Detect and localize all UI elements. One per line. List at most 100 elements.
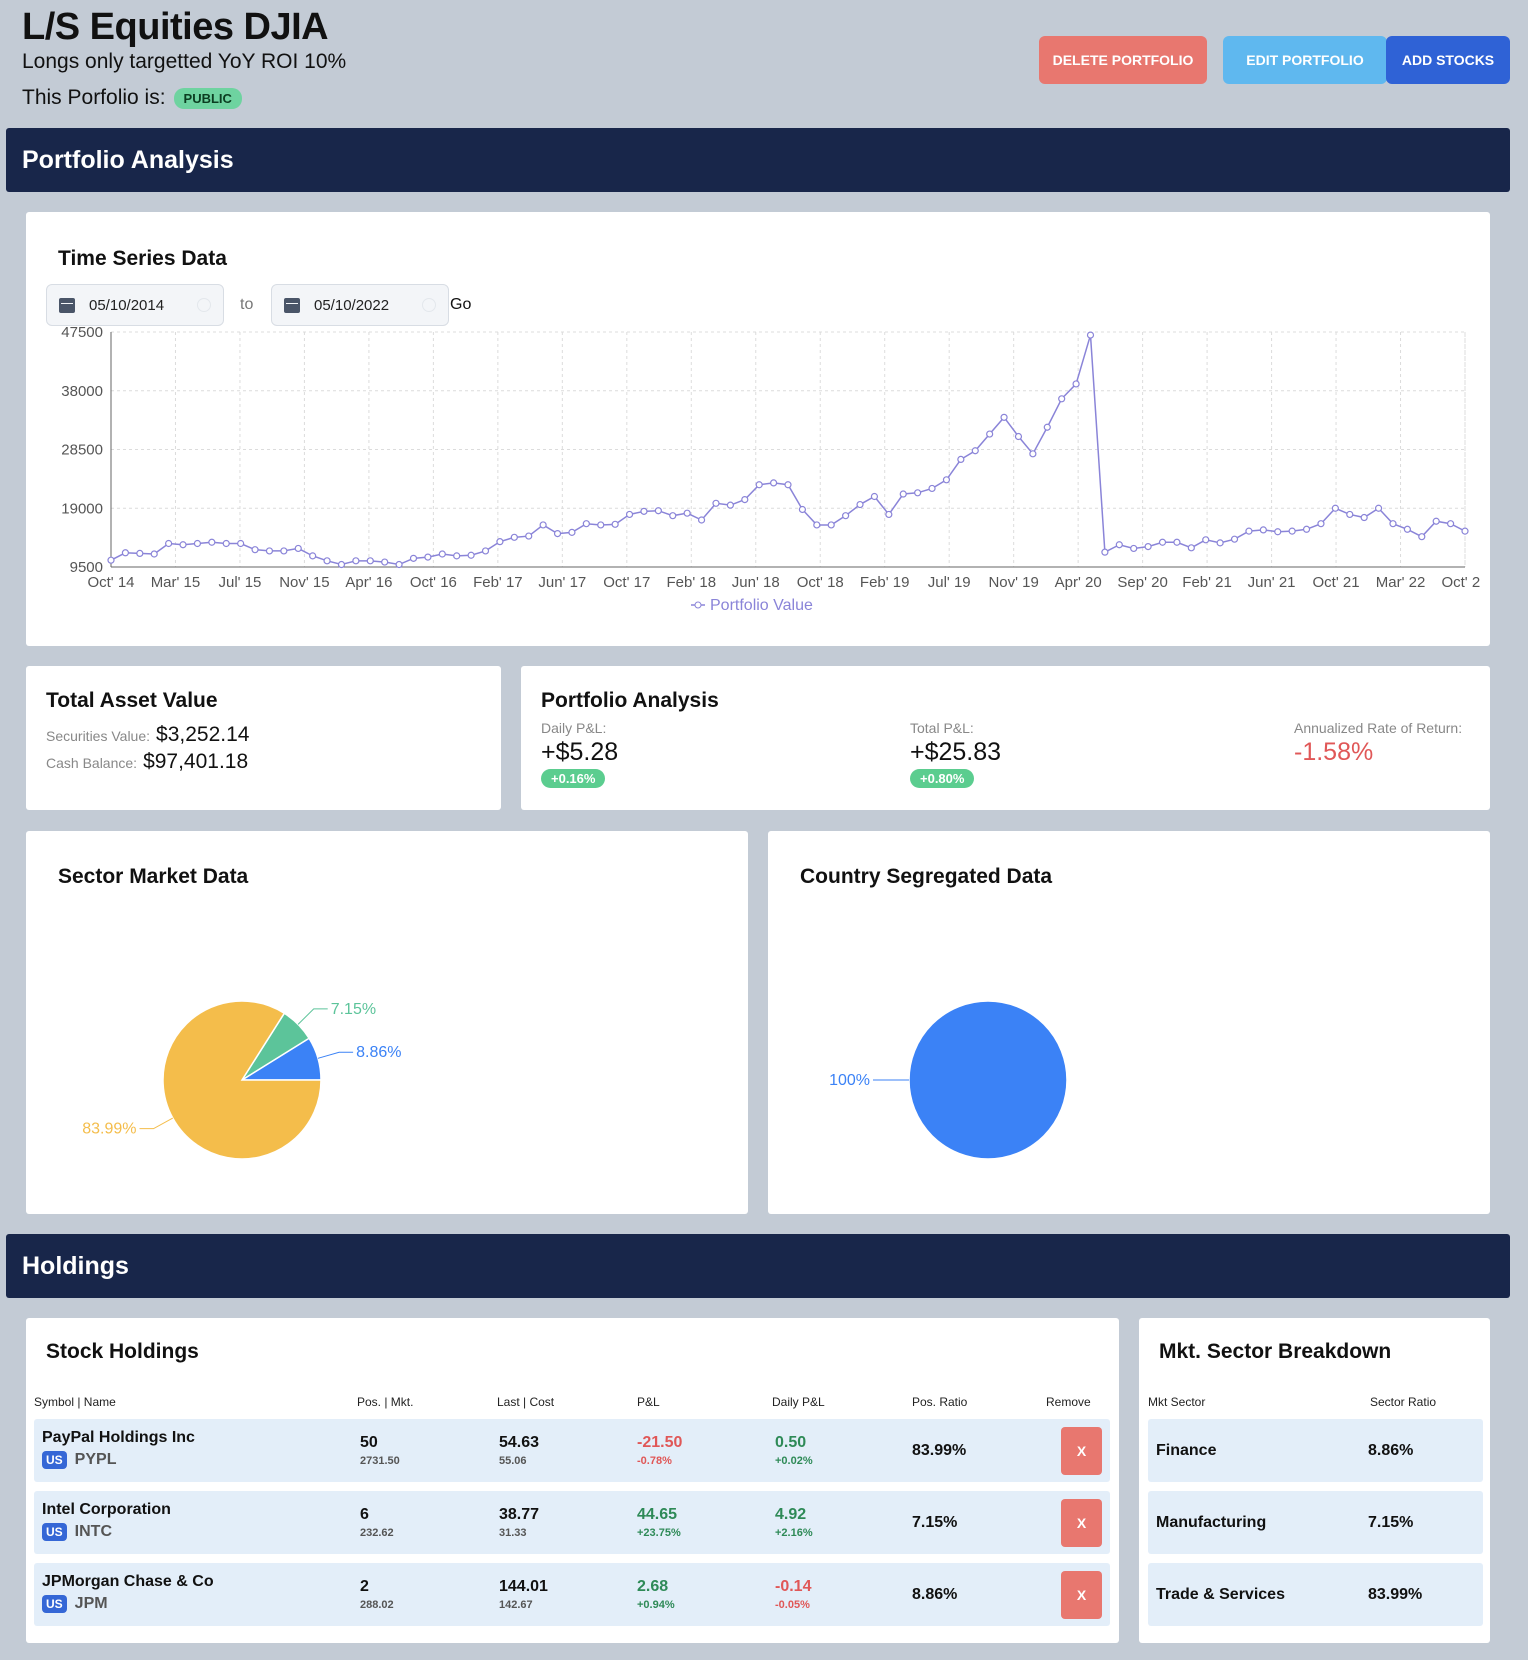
sector-name: Trade & Services xyxy=(1156,1586,1285,1603)
holding-pnl: 2.68 xyxy=(637,1578,669,1595)
legend-marker xyxy=(694,601,702,609)
data-point xyxy=(510,533,518,541)
holding-daily-pnl-pct: -0.05% xyxy=(775,1599,810,1611)
data-point xyxy=(1144,542,1152,551)
data-point xyxy=(568,528,576,536)
remove-holding-button[interactable]: X xyxy=(1061,1571,1102,1619)
remove-holding-button[interactable]: X xyxy=(1061,1427,1102,1475)
data-point xyxy=(409,554,418,562)
data-point xyxy=(625,510,634,519)
col-header-pos-ratio: Pos. Ratio xyxy=(912,1395,968,1409)
data-point xyxy=(150,550,158,558)
x-tick-label: Feb' 17 xyxy=(473,574,523,591)
x-tick-label: Jul' 15 xyxy=(219,574,262,591)
clear-icon[interactable] xyxy=(197,298,211,312)
data-point xyxy=(914,489,922,497)
data-point xyxy=(712,499,720,507)
col-header-last-cost: Last | Cost xyxy=(497,1395,555,1409)
x-tick-label: Apr' 16 xyxy=(345,574,392,591)
remove-holding-button[interactable]: X xyxy=(1061,1499,1102,1547)
y-tick-label: 19000 xyxy=(61,500,103,517)
data-point xyxy=(971,447,979,455)
data-point xyxy=(1331,504,1339,512)
data-point xyxy=(553,530,562,538)
holding-daily-pnl: -0.14 xyxy=(775,1578,812,1595)
sector-row: Manufacturing 7.15% xyxy=(1148,1491,1483,1554)
clear-icon[interactable] xyxy=(422,298,436,312)
x-tick-label: Jun' 18 xyxy=(732,574,780,591)
y-tick-label: 47500 xyxy=(61,324,103,341)
sector-row: Finance 8.86% xyxy=(1148,1419,1483,1482)
stock-holdings-title: Stock Holdings xyxy=(46,1340,199,1363)
x-tick-label: Oct' 21 xyxy=(1313,574,1360,591)
portfolio-title: L/S Equities DJIA xyxy=(22,6,329,48)
add-stocks-button[interactable]: ADD STOCKS xyxy=(1386,36,1510,84)
data-point xyxy=(1101,548,1109,556)
x-tick-label: Oct' 22 xyxy=(1441,574,1480,591)
daily-pnl-value: +$5.28 xyxy=(541,738,619,766)
x-tick-label: Nov' 19 xyxy=(988,574,1038,591)
sector-ratio: 7.15% xyxy=(1368,1514,1414,1531)
go-button[interactable]: Go xyxy=(450,296,471,314)
data-point xyxy=(1187,544,1195,552)
data-point xyxy=(1072,380,1080,388)
data-point xyxy=(1043,423,1051,431)
data-point xyxy=(784,481,792,489)
x-tick-label: Feb' 21 xyxy=(1182,574,1232,591)
legend-label: Portfolio Value xyxy=(710,597,813,614)
holding-daily-pnl-pct: +2.16% xyxy=(775,1527,813,1539)
col-header-symbol: Symbol | Name xyxy=(34,1395,116,1409)
data-point xyxy=(265,547,274,555)
holding-cost: 55.06 xyxy=(499,1455,527,1467)
data-point xyxy=(381,558,389,566)
x-tick-label: Oct' 14 xyxy=(87,574,134,591)
x-tick-label: Apr' 20 xyxy=(1055,574,1102,591)
data-point xyxy=(121,549,130,557)
data-point xyxy=(496,538,504,546)
data-point xyxy=(597,521,605,529)
holding-position: 2 xyxy=(360,1578,369,1595)
country-segregated-card: Country Segregated Data 100% xyxy=(768,831,1490,1214)
data-point xyxy=(1029,450,1037,458)
pie-label-leader xyxy=(317,1051,354,1059)
table-row: Intel Corporation US INTC 6 232.62 38.77 … xyxy=(34,1491,1110,1554)
data-point xyxy=(640,507,648,515)
to-date-input[interactable]: 05/10/2022 xyxy=(271,284,449,326)
country-flag-badge: US xyxy=(42,1595,67,1613)
holding-daily-pnl: 4.92 xyxy=(775,1506,807,1523)
from-date-value: 05/10/2014 xyxy=(89,296,165,314)
table-row: JPMorgan Chase & Co US JPM 2 288.02 144.0… xyxy=(34,1563,1110,1626)
securities-value-label: Securities Value: xyxy=(46,728,151,744)
delete-portfolio-button[interactable]: DELETE PORTFOLIO xyxy=(1039,36,1207,84)
data-point xyxy=(323,557,331,565)
pie-slice-label: 8.86% xyxy=(356,1044,401,1061)
total-asset-title: Total Asset Value xyxy=(46,689,218,712)
col-header-pnl: P&L xyxy=(637,1395,660,1409)
data-point xyxy=(1374,504,1383,512)
pie-label-leader xyxy=(139,1117,174,1130)
y-tick-label: 28500 xyxy=(61,442,103,459)
holding-daily-pnl: 0.50 xyxy=(775,1434,807,1451)
data-point xyxy=(856,500,864,509)
holding-pnl-pct: +0.94% xyxy=(637,1599,675,1611)
data-point xyxy=(1173,538,1181,546)
calendar-icon xyxy=(59,297,75,313)
edit-portfolio-button[interactable]: EDIT PORTFOLIO xyxy=(1223,36,1387,84)
data-point xyxy=(611,520,619,528)
data-point xyxy=(755,481,763,489)
holding-name: JPMorgan Chase & Co xyxy=(42,1573,214,1590)
country-pie-chart: 100% xyxy=(829,1000,1068,1160)
data-point xyxy=(467,551,475,559)
date-range-to-label: to xyxy=(240,296,254,313)
data-point xyxy=(165,539,173,548)
pie-slice xyxy=(908,1000,1068,1160)
pie-slice-label: 7.15% xyxy=(331,1001,376,1018)
portfolio-value-line-chart: 950019000285003800047500 Oct' 14 Mar' 15 J… xyxy=(61,324,1480,614)
from-date-input[interactable]: 05/10/2014 xyxy=(46,284,224,326)
annualized-return-value: -1.58% xyxy=(1294,738,1374,766)
data-point xyxy=(1389,520,1397,528)
holding-pos-ratio: 8.86% xyxy=(912,1586,958,1603)
holding-daily-pnl-pct: +0.02% xyxy=(775,1455,813,1467)
data-point xyxy=(208,538,216,546)
col-header-remove: Remove xyxy=(1046,1395,1091,1409)
